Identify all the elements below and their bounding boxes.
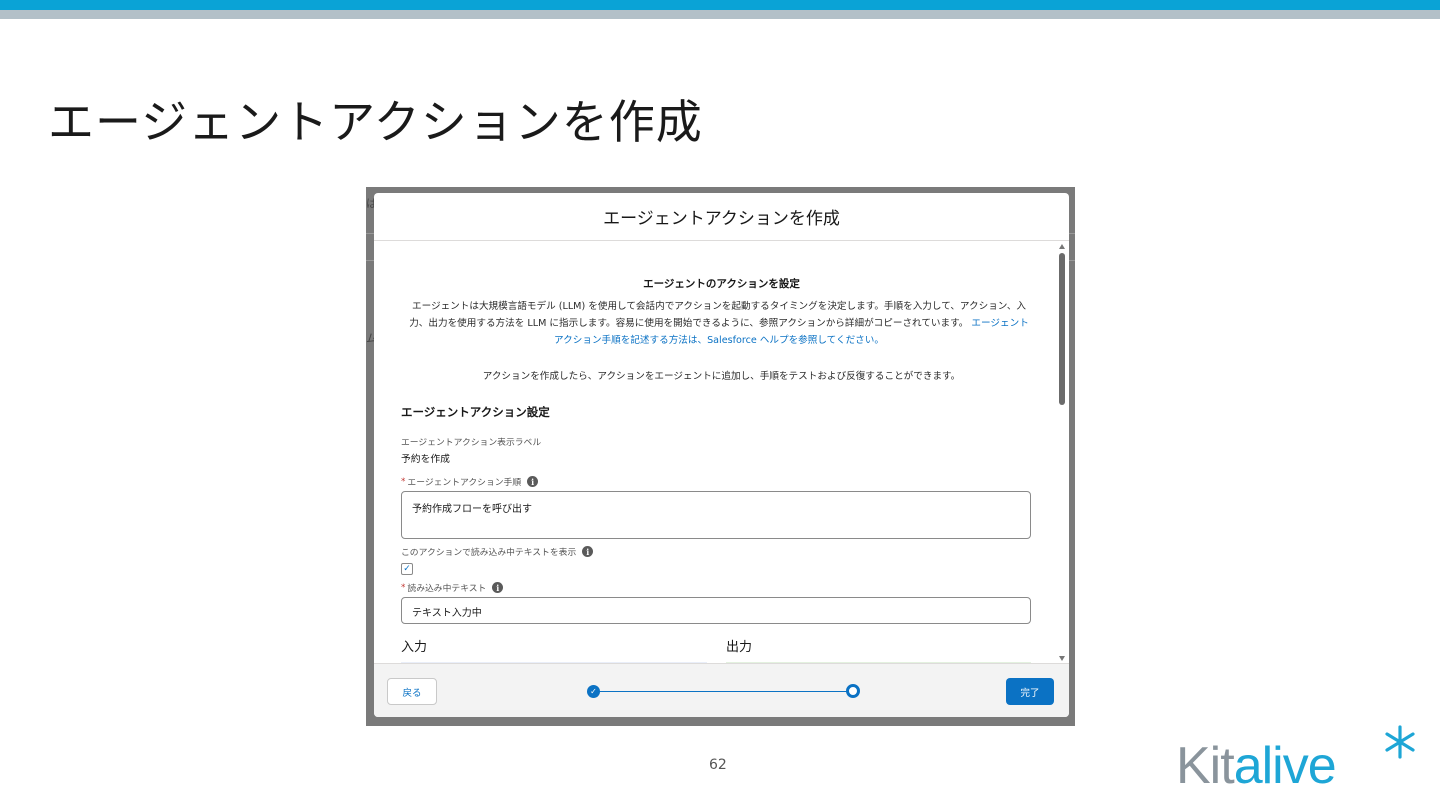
display-label-field-label: エージェントアクション表示ラベル xyxy=(401,435,541,448)
input-heading: 入力 xyxy=(401,640,428,655)
scroll-up-arrow-icon[interactable] xyxy=(1059,244,1065,249)
top-accent-bar xyxy=(0,0,1440,10)
loading-text-field-label: * 読み込み中テキスト i xyxy=(401,581,504,594)
required-marker: * xyxy=(401,476,406,487)
scrollbar-thumb[interactable] xyxy=(1059,253,1065,405)
step-complete-icon: ✓ xyxy=(587,685,600,698)
done-button[interactable]: 完了 xyxy=(1006,678,1054,705)
scrollbar[interactable] xyxy=(1058,242,1066,663)
logo-text-alive: alive xyxy=(1233,737,1337,795)
info-icon[interactable]: i xyxy=(582,546,594,557)
modal-footer: 戻る ✓ 完了 xyxy=(374,663,1069,717)
required-marker: * xyxy=(401,582,406,593)
show-loading-label-text: このアクションで読み込み中テキストを表示 xyxy=(401,548,577,558)
background-divider xyxy=(366,260,374,261)
intro-paragraph-2: アクションを作成したら、アクションをエージェントに追加し、手順をテストおよび反復… xyxy=(482,371,961,382)
logo-text-kit: Kit xyxy=(1176,737,1235,795)
kitalive-logo: Kitalive xyxy=(1176,722,1426,802)
logo-text: Kitalive xyxy=(1176,736,1337,796)
show-loading-checkbox[interactable]: ✓ xyxy=(401,563,413,575)
progress-track xyxy=(598,691,850,692)
info-icon[interactable]: i xyxy=(527,476,539,487)
modal-header: エージェントアクションを作成 xyxy=(374,193,1069,241)
modal-title: エージェントアクションを作成 xyxy=(603,209,840,229)
section-heading: エージェントのアクションを設定 xyxy=(643,278,800,290)
top-grey-bar xyxy=(0,10,1440,19)
page-number: 62 xyxy=(709,757,727,773)
intro-paragraph: エージェントは大規模言語モデル (LLM) を使用して会話内でアクションを起動す… xyxy=(406,298,1032,349)
loading-text-label-text: 読み込み中テキスト xyxy=(407,584,487,594)
output-heading: 出力 xyxy=(726,640,753,655)
instructions-field-label: * エージェントアクション手順 i xyxy=(401,475,539,488)
display-label-label-text: エージェントアクション表示ラベル xyxy=(401,438,542,448)
create-agent-action-modal: エージェントアクションを作成 エージェントのアクションを設定 エージェントは大規… xyxy=(374,193,1069,717)
scroll-down-arrow-icon[interactable] xyxy=(1059,656,1065,661)
loading-text-input[interactable]: テキスト入力中 xyxy=(401,597,1031,624)
instructions-label-text: エージェントアクション手順 xyxy=(407,478,522,488)
show-loading-field-label: このアクションで読み込み中テキストを表示 i xyxy=(401,545,594,558)
display-label-value: 予約を作成 xyxy=(401,454,450,465)
checkmark-icon: ✓ xyxy=(403,564,411,574)
instructions-textarea[interactable]: 予約作成フローを呼び出す xyxy=(401,491,1031,539)
settings-heading: エージェントアクション設定 xyxy=(401,405,550,419)
asterisk-icon xyxy=(1385,725,1415,759)
modal-body[interactable]: エージェントのアクションを設定 エージェントは大規模言語モデル (LLM) を使… xyxy=(374,242,1069,663)
step-current-indicator xyxy=(846,684,860,698)
back-button[interactable]: 戻る xyxy=(387,678,437,705)
info-icon[interactable]: i xyxy=(492,582,504,593)
slide-title: エージェントアクションを作成 xyxy=(48,95,703,149)
intro-text: エージェントは大規模言語モデル (LLM) を使用して会話内でアクションを起動す… xyxy=(409,301,1027,329)
background-divider xyxy=(366,233,374,234)
